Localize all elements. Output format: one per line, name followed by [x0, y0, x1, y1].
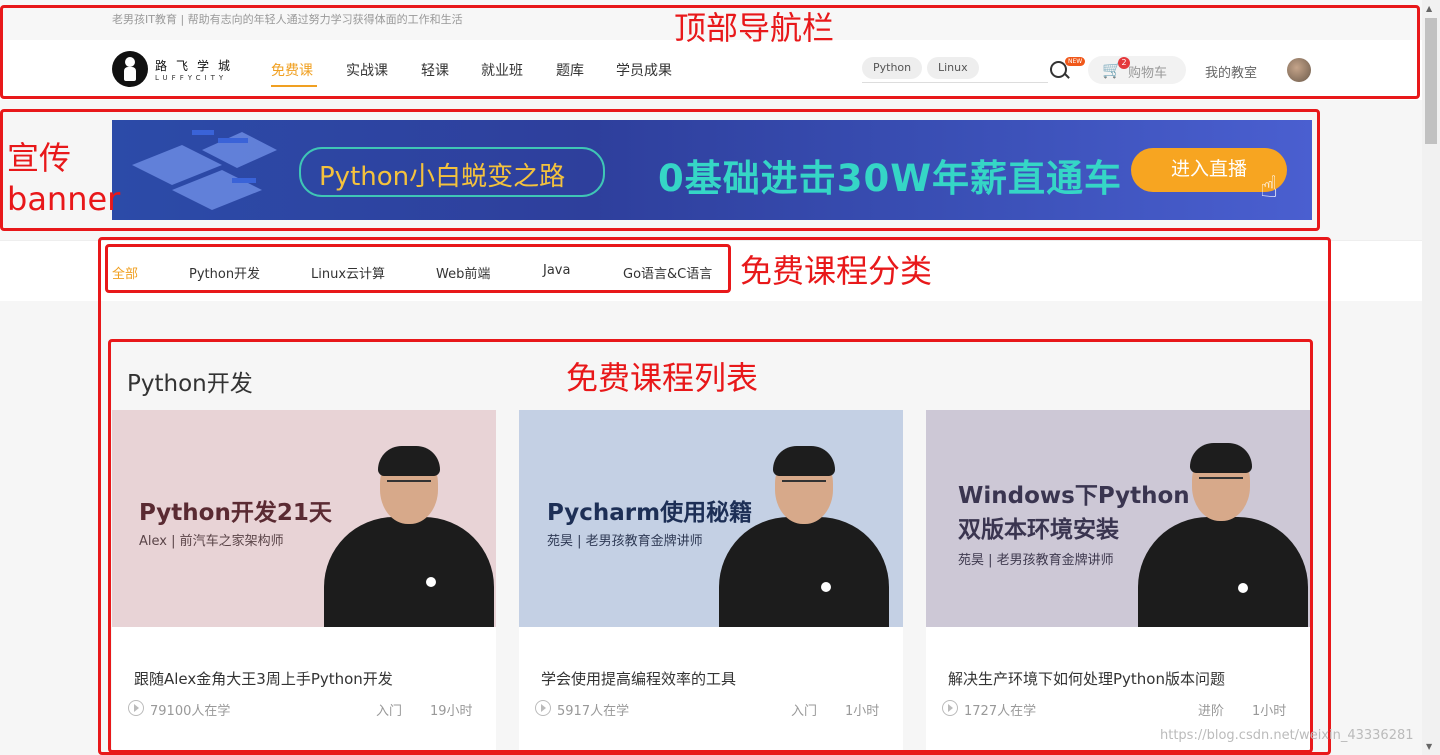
- scroll-up-arrow-icon[interactable]: ▲: [1426, 4, 1432, 13]
- scrollbar-thumb[interactable]: [1425, 18, 1437, 144]
- annotation-label-category: 免费课程分类: [740, 252, 933, 290]
- annotation-label-banner-2: banner: [7, 180, 121, 218]
- scroll-down-arrow-icon[interactable]: ▼: [1426, 742, 1432, 751]
- annotation-box-banner: [0, 109, 1320, 231]
- annotation-label-top-nav: 顶部导航栏: [674, 9, 835, 47]
- annotation-label-course-list: 免费课程列表: [566, 359, 759, 397]
- annotation-label-banner-1: 宣传: [7, 139, 72, 177]
- annotation-box-course-list: [108, 339, 1313, 753]
- annotation-box-category: [105, 244, 731, 293]
- watermark: https://blog.csdn.net/weixin_43336281: [1160, 728, 1414, 743]
